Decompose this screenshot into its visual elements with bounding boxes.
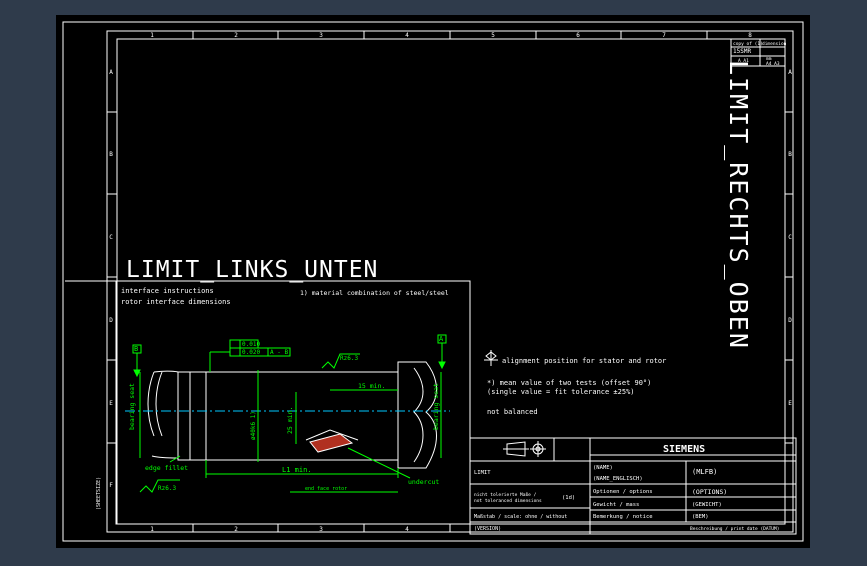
- bearing-seat-left: bearing seat: [128, 383, 136, 430]
- col-5: 5: [491, 32, 495, 39]
- col-1-bottom: 1: [150, 526, 154, 533]
- tolerance-label-1: nicht tolerierte Maße /: [474, 492, 537, 498]
- col-4: 4: [405, 32, 409, 39]
- row-a: A: [109, 69, 113, 76]
- row-c: C: [109, 234, 113, 241]
- drawing-canvas[interactable]: 1 2 3 4 5 6 7 8 1 2 3 4 A B C D E F A B …: [0, 0, 867, 562]
- tolerance-value: (1d): [562, 495, 575, 501]
- name-english-field: (NAME_ENGLISCH): [593, 476, 643, 482]
- single-value-note: (single value = fit tolerance ±25%): [487, 388, 635, 396]
- interface-instructions-label: interface instructions: [121, 287, 214, 295]
- col-3: 3: [319, 32, 323, 39]
- siemens-logo: SIEMENS: [663, 444, 705, 455]
- col-4-bottom: 4: [405, 526, 409, 533]
- alignment-note: alignment position for stator and rotor: [502, 357, 666, 365]
- svg-text:15SMR: 15SMR: [733, 48, 751, 55]
- remark-label: Bemerkung / notice: [593, 514, 653, 520]
- dim-l1: L1 min.: [282, 466, 312, 474]
- material-note: 1) material combination of steel/steel: [300, 289, 449, 297]
- undercut-label: undercut: [408, 478, 439, 486]
- roughness-top: Rz6.3: [340, 355, 358, 362]
- limits-label: LIMIT: [474, 470, 491, 476]
- limit-links-unten-title: LIMIT_LINKS_UNTEN: [126, 257, 378, 283]
- col-7: 7: [662, 32, 666, 39]
- col-8: 8: [748, 32, 752, 39]
- row-d: D: [109, 317, 113, 324]
- tolerance-2: 0.020: [242, 349, 260, 356]
- row-d-right: D: [788, 317, 792, 324]
- col-6: 6: [576, 32, 580, 39]
- dim-phi: ø40k6 1): [250, 411, 257, 440]
- scale-label: Maßstab / scale: ohne / without: [474, 514, 567, 520]
- description-field: Beschreibung / print date (DATUM): [690, 526, 779, 532]
- options-value: (OPTIONS): [692, 488, 727, 496]
- rotor-interface-label: rotor interface dimensions: [121, 298, 231, 306]
- mean-value-note: *) mean value of two tests (offset 90°): [487, 379, 651, 387]
- options-label: Optionen / options: [593, 489, 653, 495]
- mlfb-field: (MLFB): [692, 468, 717, 476]
- row-b-right: B: [788, 151, 792, 158]
- cad-drawing-viewport[interactable]: 1 2 3 4 5 6 7 8 1 2 3 4 A B C D E F A B …: [0, 0, 867, 562]
- weight-label: Gewicht / mass: [593, 502, 639, 508]
- row-e-right: E: [788, 400, 792, 407]
- sheetsize-stamp: (SHEETSIZE): [96, 477, 102, 510]
- svg-text:dimension: dimension: [762, 41, 787, 47]
- col-2: 2: [234, 32, 238, 39]
- roughness-bottom: Rz6.3: [158, 485, 176, 492]
- tolerance-1: 0.010: [242, 341, 260, 348]
- row-a-right: A: [788, 69, 792, 76]
- limit-rechts-oben-title: LIMIT_RECHTS_OBEN: [724, 60, 753, 350]
- row-e: E: [109, 400, 113, 407]
- edge-fillet-label: edge fillet: [145, 464, 188, 472]
- version-field: (VERSION): [474, 526, 501, 532]
- tolerance-label-2: not toleranced dimensions: [474, 498, 542, 504]
- dim-25-min: 25 min.: [286, 407, 294, 434]
- svg-text:A4 A3: A4 A3: [766, 61, 780, 67]
- end-face-rotor-label: end face rotor: [305, 486, 347, 492]
- dim-15-min: 15 min.: [358, 382, 385, 390]
- bearing-seat-right: bearing seat: [432, 383, 440, 430]
- col-1: 1: [150, 32, 154, 39]
- datum-b: B: [134, 345, 138, 353]
- row-c-right: C: [788, 234, 792, 241]
- svg-text:copy of (1): copy of (1): [733, 41, 763, 47]
- remark-value: (BEM): [692, 514, 709, 520]
- name-field: (NAME): [593, 465, 613, 471]
- row-f: F: [109, 482, 113, 489]
- col-2-bottom: 2: [234, 526, 238, 533]
- col-3-bottom: 3: [319, 526, 323, 533]
- tolerance-2-ref: A - B: [270, 349, 288, 356]
- not-balanced-note: not balanced: [487, 408, 538, 416]
- weight-value: (GEWICHT): [692, 502, 722, 508]
- row-b: B: [109, 151, 113, 158]
